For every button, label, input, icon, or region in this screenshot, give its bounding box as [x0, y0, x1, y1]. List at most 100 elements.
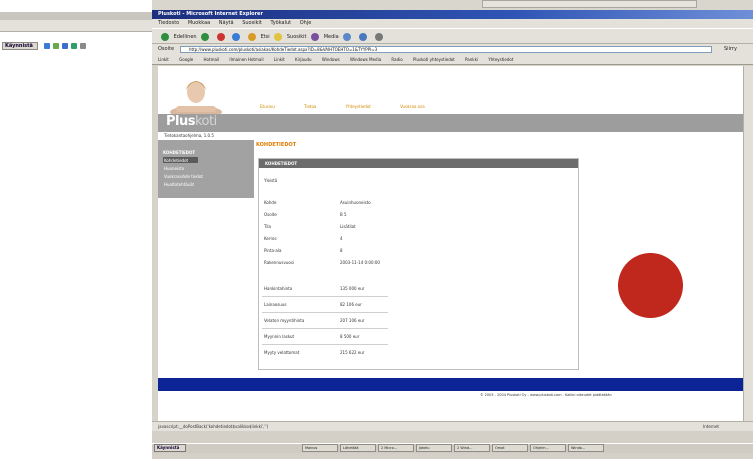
back-icon[interactable] [161, 32, 169, 41]
taskbar-item[interactable]: Ohjelm... [530, 444, 566, 452]
brand-bar [158, 114, 750, 132]
logo-subtitle: Tietokantaohjelma, 1.0.5 [164, 133, 214, 138]
footer-bar [158, 378, 750, 391]
nav-info[interactable]: Tietoa [304, 104, 316, 109]
taskbar-item[interactable]: Omat [492, 444, 528, 452]
window-title: Pluskoti - Microsoft Internet Explorer [152, 10, 753, 19]
print-icon[interactable] [374, 32, 383, 41]
detail-key: Kohde [264, 200, 277, 205]
detail-value: B 5 [340, 212, 347, 217]
header-woman-image [170, 81, 222, 116]
taskbar-item[interactable]: Mainos [302, 444, 338, 452]
menu-edit[interactable]: Muokkaa [188, 20, 210, 26]
menu-tools[interactable]: Työkalut [270, 20, 291, 26]
link-item[interactable]: Ilmainen Hotmail [229, 57, 263, 62]
cost-key: Velaton myyntihinta [264, 318, 305, 323]
link-item[interactable]: Hotmail [204, 57, 220, 62]
detail-value: 2003-11-14 0:00:00 [340, 260, 380, 265]
detail-key: Kerros [264, 236, 277, 241]
address-input[interactable]: http://www.pluskoti.com/pluskoti/asiakas… [180, 46, 712, 53]
top-navigation: Etusivu Tietoa Yhteystiedot Vuokraa osa [260, 104, 453, 109]
link-item[interactable]: Windows [322, 57, 340, 62]
sidebar-item-kohdetiedot[interactable]: Kohdetiedot [164, 158, 188, 163]
history-icon[interactable] [343, 32, 352, 41]
site-logo[interactable]: Pluskoti [166, 114, 217, 130]
start-button-left[interactable]: Käynnistä [2, 42, 38, 50]
outlook-quicklaunch-icon[interactable] [62, 43, 68, 49]
sidebar-item-huoneisto[interactable]: Huoneisto [164, 166, 184, 171]
divider [262, 328, 388, 329]
status-bar: javascript:__doPostBack('kohdetiedot$val… [152, 421, 753, 431]
detail-value: Asuinhuoneisto [340, 200, 371, 205]
vertical-scrollbar[interactable] [743, 66, 753, 421]
cost-value: 135 000 eur [340, 286, 365, 291]
go-button[interactable]: Siirry [724, 44, 737, 55]
taskbar-item[interactable]: 2 Wind... [454, 444, 490, 452]
taskbar-item[interactable]: Windo... [568, 444, 604, 452]
link-item[interactable]: Google [179, 57, 193, 62]
forward-icon[interactable] [201, 32, 210, 41]
taskbar-strip [152, 443, 753, 453]
copyright-text: © 2003 - 2004 Pluskoti Oy - www.pluskoti… [480, 393, 612, 397]
link-item[interactable]: Linkit [274, 57, 285, 62]
divider [262, 312, 388, 313]
nav-contact[interactable]: Yhteystiedot [346, 104, 371, 109]
favorites-icon[interactable] [274, 32, 283, 41]
cost-key: Hankintahinta [264, 286, 293, 291]
favorites-button[interactable]: Suosikit [287, 34, 307, 40]
start-button[interactable]: Käynnistä [154, 444, 186, 452]
address-bar: Osoite http://www.pluskoti.com/pluskoti/… [152, 44, 753, 55]
logo-suffix: koti [194, 114, 217, 129]
link-item[interactable]: Windows Media [350, 57, 381, 62]
search-button[interactable]: Etsi [261, 34, 270, 40]
annotation-red-circle [618, 253, 683, 318]
cost-value: 82 106 eur [340, 302, 362, 307]
menu-file[interactable]: Tiedosto [158, 20, 179, 26]
desktop-quicklaunch-icon[interactable] [53, 43, 59, 49]
desktop-strip [0, 12, 158, 20]
panel-subtitle: Yleistä [264, 178, 278, 183]
link-item[interactable]: Kirjaudu [295, 57, 312, 62]
refresh-icon[interactable] [232, 32, 241, 41]
link-item[interactable]: Pankki [465, 57, 478, 62]
menu-favorites[interactable]: Suosikit [242, 20, 262, 26]
taskbar-item[interactable]: Jakelu [416, 444, 452, 452]
cost-key: Lainaosuus [264, 302, 287, 307]
detail-value: 8 [340, 248, 343, 253]
taskbar-item[interactable]: 2 Micro... [378, 444, 414, 452]
media-icon[interactable] [311, 32, 320, 41]
logo-main: Plus [166, 114, 195, 129]
background-window-strip [152, 0, 753, 10]
desktop-background: Käynnistä [0, 0, 158, 459]
nav-rent[interactable]: Vuokraa osa [400, 104, 425, 109]
panel-title: KOHDETIEDOT [259, 159, 578, 168]
details-panel [258, 158, 579, 370]
divider [262, 296, 388, 297]
menu-help[interactable]: Ohje [300, 20, 312, 26]
sidebar-item-vuokrasuhde[interactable]: Vuokrasuhde tiedot [164, 174, 203, 179]
ie-quicklaunch-icon[interactable] [44, 43, 50, 49]
menu-view[interactable]: Näytä [219, 20, 234, 26]
sidebar-item-huolto[interactable]: Huoltotehtävät [164, 182, 194, 187]
cost-value: 215 622 eur [340, 350, 365, 355]
link-item[interactable]: Radio [391, 57, 402, 62]
nav-home[interactable]: Etusivu [260, 104, 275, 109]
misc-quicklaunch-icon[interactable] [80, 43, 86, 49]
link-item[interactable]: Pluskoti yhteystiedot [413, 57, 455, 62]
background-pane [482, 0, 697, 8]
desktop-taskbar: Käynnistä [0, 20, 158, 50]
back-button[interactable]: Edellinen [174, 34, 197, 40]
mail-icon[interactable] [358, 32, 367, 41]
menu-bar: Tiedosto Muokkaa Näytä Suosikit Työkalut… [152, 19, 753, 28]
stop-icon[interactable] [216, 32, 225, 41]
link-item[interactable]: Yhteystiedot [488, 57, 513, 62]
home-icon[interactable] [247, 32, 256, 41]
detail-key: Pinta-ala [264, 248, 282, 253]
cost-value: 8 500 eur [340, 334, 360, 339]
links-bar: Linkit Google Hotmail Ilmainen Hotmail L… [152, 55, 753, 65]
media-button[interactable]: Media [324, 34, 339, 40]
taskbar-item[interactable]: Lähettää [340, 444, 376, 452]
browser-toolbar: Edellinen Etsi Suosikit Media [152, 28, 753, 44]
divider [262, 344, 388, 345]
media-quicklaunch-icon[interactable] [71, 43, 77, 49]
